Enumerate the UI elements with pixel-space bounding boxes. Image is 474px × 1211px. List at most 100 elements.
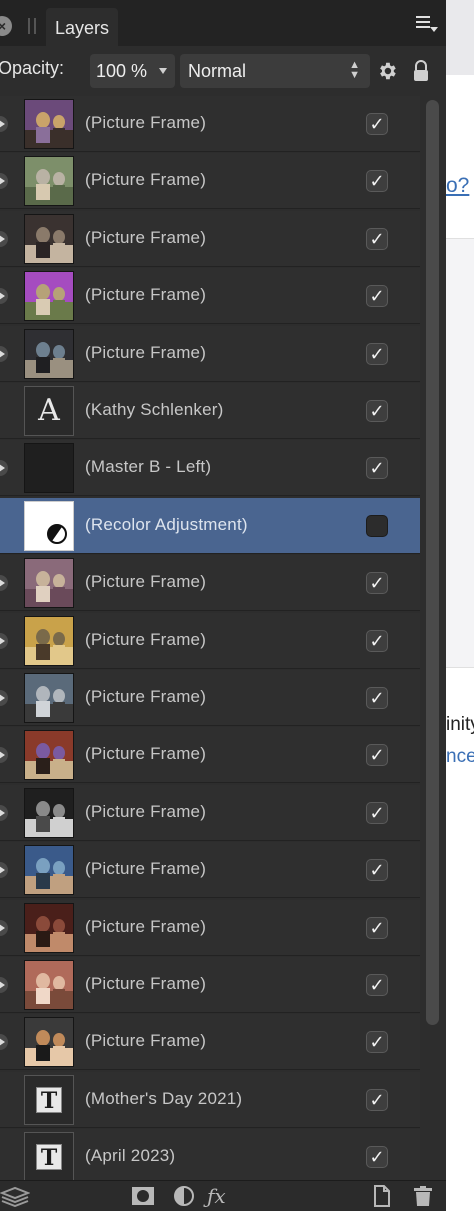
panel-tab-bar: × Layers — [0, 0, 446, 46]
close-panel-icon[interactable]: × — [0, 16, 12, 36]
visibility-checkbox[interactable]: ✓ — [366, 572, 388, 594]
layer-name: (Master B - Left) — [85, 457, 212, 476]
visibility-checkbox[interactable]: ✓ — [366, 917, 388, 939]
layer-row[interactable]: (Picture Frame) ✓ — [0, 900, 420, 956]
layer-row[interactable]: T (April 2023) ✓ — [0, 1129, 420, 1180]
visibility-checkbox[interactable]: ✓ — [366, 1089, 388, 1111]
expand-arrow-icon[interactable] — [0, 920, 10, 936]
expand-arrow-icon[interactable] — [0, 977, 10, 993]
background-section-band — [446, 238, 474, 668]
adjustment-layer-icon[interactable] — [172, 1185, 196, 1207]
layer-row[interactable]: (Picture Frame) ✓ — [0, 613, 420, 669]
visibility-checkbox[interactable]: ✓ — [366, 400, 388, 422]
layer-name: (Picture Frame) — [85, 917, 207, 936]
layer-thumbnail — [24, 329, 74, 379]
mask-layer-icon[interactable] — [130, 1185, 156, 1207]
tab-layers[interactable]: Layers — [46, 8, 118, 46]
expand-arrow-icon[interactable] — [0, 288, 10, 304]
opacity-field[interactable]: 100 % — [90, 54, 175, 88]
expand-arrow-icon[interactable] — [0, 747, 10, 763]
layers-stack-icon[interactable] — [0, 1185, 30, 1207]
layer-thumbnail — [24, 1017, 74, 1067]
layer-row[interactable]: (Picture Frame) ✓ — [0, 326, 420, 382]
expand-arrow-icon[interactable] — [0, 1034, 10, 1050]
layer-row[interactable]: (Picture Frame) ✓ — [0, 153, 420, 209]
lock-icon[interactable] — [412, 60, 430, 82]
layer-row[interactable]: (Picture Frame) ✓ — [0, 96, 420, 152]
layer-row[interactable]: (Picture Frame) ✓ — [0, 555, 420, 611]
photo-thumbnail-image — [25, 674, 73, 722]
layer-thumbnail — [24, 558, 74, 608]
layer-name: (Mother's Day 2021) — [85, 1089, 243, 1108]
layer-row[interactable]: A (Kathy Schlenker) ✓ — [0, 383, 420, 439]
visibility-checkbox[interactable]: ✓ — [366, 1031, 388, 1053]
visibility-checkbox[interactable]: ✓ — [366, 1146, 388, 1168]
new-layer-icon[interactable] — [372, 1185, 392, 1207]
expand-arrow-icon[interactable] — [0, 231, 10, 247]
layer-row[interactable]: (Picture Frame) ✓ — [0, 727, 420, 783]
scrollbar[interactable] — [426, 100, 439, 1025]
layer-thumbnail — [24, 903, 74, 953]
layers-bottom-toolbar: ƒx — [0, 1180, 446, 1211]
blend-mode-select[interactable]: Normal ▲ ▼ — [180, 54, 370, 88]
expand-arrow-icon[interactable] — [0, 116, 10, 132]
background-link-fragment-2[interactable]: nce — [446, 746, 474, 768]
layer-name: (Picture Frame) — [85, 343, 207, 362]
visibility-checkbox[interactable]: ✓ — [366, 744, 388, 766]
layer-thumbnail — [24, 730, 74, 780]
layer-options-bar: Opacity: 100 % Normal ▲ ▼ — [0, 46, 446, 96]
visibility-checkbox[interactable]: ✓ — [366, 630, 388, 652]
fx-icon[interactable]: ƒx — [207, 1185, 235, 1207]
expand-arrow-icon[interactable] — [0, 173, 10, 189]
background-link-fragment[interactable]: o? — [446, 174, 469, 198]
layer-row[interactable]: (Picture Frame) ✓ — [0, 842, 420, 898]
layer-name: (Picture Frame) — [85, 974, 207, 993]
layer-row[interactable]: (Picture Frame) ✓ — [0, 1014, 420, 1070]
text-layer-thumbnail: T — [24, 1075, 74, 1125]
layer-name: (Kathy Schlenker) — [85, 400, 224, 419]
layer-row[interactable]: (Picture Frame) ✓ — [0, 785, 420, 841]
gear-icon[interactable] — [376, 60, 398, 82]
layer-name: (April 2023) — [85, 1146, 176, 1165]
visibility-checkbox[interactable]: ✓ — [366, 113, 388, 135]
layer-thumbnail — [24, 156, 74, 206]
visibility-checkbox[interactable]: ✓ — [366, 285, 388, 307]
layer-row[interactable]: (Picture Frame) ✓ — [0, 670, 420, 726]
expand-arrow-icon[interactable] — [0, 460, 10, 476]
expand-arrow-icon[interactable] — [0, 690, 10, 706]
chevron-down-icon[interactable] — [159, 68, 167, 74]
visibility-checkbox[interactable]: ✓ — [366, 974, 388, 996]
layer-name: (Picture Frame) — [85, 687, 207, 706]
visibility-checkbox[interactable]: ✓ — [366, 228, 388, 250]
photo-thumbnail-image — [25, 215, 73, 263]
layer-thumbnail — [24, 673, 74, 723]
expand-arrow-icon[interactable] — [0, 862, 10, 878]
visibility-checkbox[interactable]: ✓ — [366, 859, 388, 881]
visibility-checkbox[interactable]: ✓ — [366, 802, 388, 824]
layers-panel: × Layers Opacity: 100 % Normal ▲ ▼ (Pictu… — [0, 0, 446, 1211]
expand-arrow-icon[interactable] — [0, 575, 10, 591]
background-text-fragment: inity — [446, 714, 474, 735]
visibility-checkbox[interactable]: ✓ — [366, 170, 388, 192]
drag-grip-icon[interactable] — [28, 18, 36, 34]
text-layer-thumbnail: A — [24, 386, 74, 436]
layer-name: (Picture Frame) — [85, 572, 207, 591]
layer-row[interactable]: (Picture Frame) ✓ — [0, 957, 420, 1013]
visibility-checkbox[interactable]: ✓ — [366, 687, 388, 709]
photo-thumbnail-image — [25, 731, 73, 779]
layer-row[interactable]: (Master B - Left) ✓ — [0, 440, 420, 496]
visibility-checkbox[interactable] — [366, 515, 388, 537]
visibility-checkbox[interactable]: ✓ — [366, 457, 388, 479]
layer-row[interactable]: (Picture Frame) ✓ — [0, 268, 420, 324]
panel-menu-icon[interactable] — [416, 16, 438, 34]
recolor-adjustment-icon — [47, 524, 67, 544]
visibility-checkbox[interactable]: ✓ — [366, 343, 388, 365]
layer-name: (Picture Frame) — [85, 1031, 207, 1050]
expand-arrow-icon[interactable] — [0, 805, 10, 821]
layer-row[interactable]: T (Mother's Day 2021) ✓ — [0, 1072, 420, 1128]
expand-arrow-icon[interactable] — [0, 346, 10, 362]
expand-arrow-icon[interactable] — [0, 633, 10, 649]
layer-row[interactable]: (Picture Frame) ✓ — [0, 211, 420, 267]
layer-row[interactable]: (Recolor Adjustment) — [0, 498, 420, 554]
trash-icon[interactable] — [412, 1185, 434, 1207]
